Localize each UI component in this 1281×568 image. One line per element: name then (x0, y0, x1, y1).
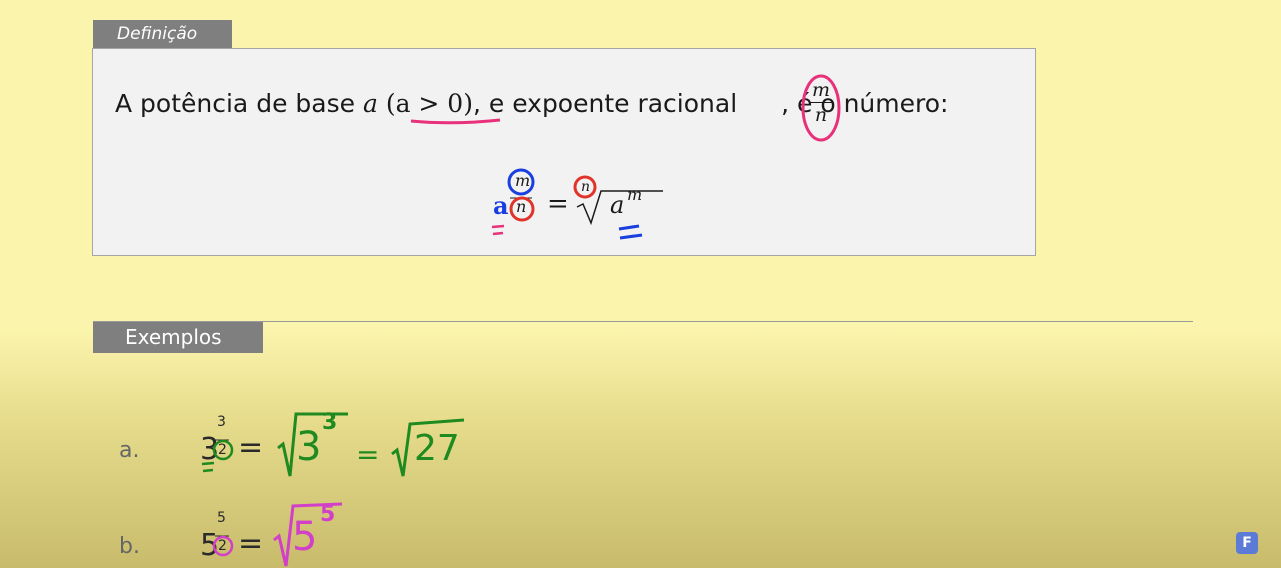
example-a-label: a. (119, 438, 140, 463)
example-a-radical-2 (391, 418, 465, 477)
example-a-mark-1 (201, 461, 215, 466)
example-a-radical-1 (277, 412, 348, 477)
definition-tab: Definição (93, 20, 232, 48)
example-b-label: b. (119, 534, 140, 559)
circle-exponent (801, 74, 841, 142)
definition-annotations (410, 74, 841, 240)
example-a-circle-den (212, 439, 234, 461)
example-a: 3 3 2 = 3 3 = 27 (196, 410, 496, 480)
mark-radicand-1 (618, 224, 640, 231)
circle-root-index (573, 175, 597, 199)
example-b-circle-den (212, 535, 234, 557)
mark-base-1 (491, 224, 505, 229)
definition-box: A potência de base a (a > 0), e expoente… (92, 48, 1036, 256)
mark-radicand-2 (619, 233, 643, 240)
example-b: 5 5 2 = 5 5 (196, 502, 396, 568)
examples-tab: Exemplos (93, 322, 263, 353)
circle-formula-num (507, 168, 535, 196)
mark-base-2 (492, 231, 504, 236)
example-a-annotations (201, 412, 465, 477)
underline-condition (410, 118, 501, 125)
brand-logo-icon: F (1236, 532, 1258, 554)
example-b-annotations (212, 502, 343, 567)
circle-formula-den (509, 196, 535, 222)
example-a-mark-2 (202, 468, 214, 473)
example-b-radical (273, 502, 343, 567)
